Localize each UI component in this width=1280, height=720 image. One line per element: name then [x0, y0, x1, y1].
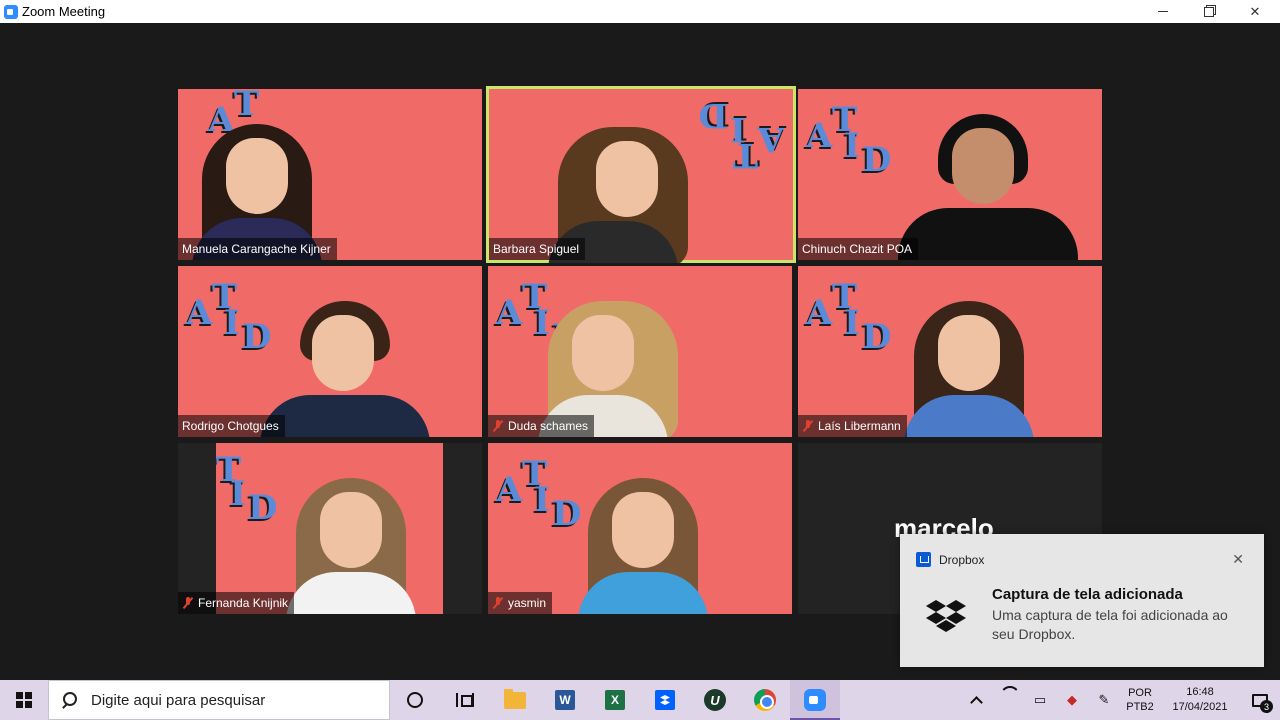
participant-name-tag: Fernanda Knijnik: [178, 592, 295, 614]
zoom-app-icon: [4, 4, 18, 19]
device-icon: ▭: [1033, 692, 1047, 707]
notification-close-icon[interactable]: ✕: [1232, 551, 1244, 568]
word-button[interactable]: W: [540, 680, 590, 720]
file-explorer-button[interactable]: [490, 680, 540, 720]
participant-name-tag: Barbara Spiguel: [489, 238, 586, 260]
notification-count: 3: [1260, 700, 1273, 713]
participant-name: Fernanda Knijnik: [198, 596, 289, 610]
video-tile[interactable]: A T I D Rodrigo Chotgues: [178, 266, 482, 437]
system-tray: ▭ ◆ ✎ POR PTB2 16:48 17/04/2021 3: [960, 680, 1280, 720]
participant-name: Barbara Spiguel: [493, 242, 580, 256]
dropbox-tray-icon: ◆: [1067, 692, 1077, 707]
clock[interactable]: 16:48 17/04/2021: [1160, 685, 1240, 715]
video-tile[interactable]: A T I D Duda schames: [488, 266, 792, 437]
participant-name: Duda schames: [508, 419, 589, 433]
atid-logo: A T I D: [806, 100, 892, 180]
dropbox-app-icon: [916, 552, 931, 567]
wifi-icon: [1000, 694, 1016, 706]
window-title: Zoom Meeting: [22, 4, 106, 19]
participant-name-tag: Duda schames: [488, 415, 595, 437]
upwork-button[interactable]: U: [690, 680, 740, 720]
video-tile[interactable]: A T I D Laís Libermann: [798, 266, 1102, 437]
search-icon: [61, 692, 77, 708]
window-titlebar: Zoom Meeting: [0, 0, 1280, 23]
upwork-icon: U: [704, 689, 726, 711]
device-button[interactable]: ▭: [1024, 680, 1056, 720]
dropbox-button[interactable]: [640, 680, 690, 720]
minimize-button[interactable]: [1140, 0, 1186, 23]
participant-name: Chinuch Chazit POA: [802, 242, 913, 256]
participant-name: Laís Libermann: [818, 419, 901, 433]
task-view-button[interactable]: [440, 680, 490, 720]
clock-date: 17/04/2021: [1172, 701, 1228, 713]
participant-name-tag: yasmin: [488, 592, 553, 614]
windows-logo-icon: [16, 692, 32, 708]
muted-microphone-icon: [802, 420, 814, 432]
chevron-up-icon[interactable]: [960, 680, 992, 720]
notification-header: Dropbox: [916, 552, 984, 567]
excel-button[interactable]: X: [590, 680, 640, 720]
language-code: POR: [1128, 687, 1152, 699]
pen-icon: ✎: [1098, 692, 1110, 707]
muted-microphone-icon: [182, 597, 194, 609]
video-tile[interactable]: A T I D yasmin: [488, 443, 792, 614]
video-tile[interactable]: A T Manuela Carangache Kijner: [178, 89, 482, 260]
participant-name-tag: Laís Libermann: [798, 415, 907, 437]
video-tile[interactable]: A T I D Chinuch Chazit POA: [798, 89, 1102, 260]
chrome-button[interactable]: [740, 680, 790, 720]
dropbox-logo-icon: [926, 600, 966, 632]
participant-video: [894, 287, 1064, 437]
clock-time: 16:48: [1186, 686, 1214, 698]
word-icon: W: [555, 690, 575, 710]
video-tile-active-speaker[interactable]: A T I D Barbara Spiguel: [486, 86, 796, 263]
search-placeholder: Digite aqui para pesquisar: [91, 691, 266, 709]
participant-video: T I D: [216, 443, 443, 614]
language-indicator[interactable]: POR PTB2: [1120, 686, 1160, 714]
participant-name: Manuela Carangache Kijner: [182, 242, 331, 256]
participant-name-tag: Rodrigo Chotgues: [178, 415, 285, 437]
notification-body: Uma captura de tela foi adicionada ao se…: [992, 607, 1228, 642]
participant-video: [898, 100, 1078, 260]
start-button[interactable]: [0, 680, 48, 720]
dropbox-icon: [655, 690, 675, 710]
muted-microphone-icon: [492, 420, 504, 432]
video-tile[interactable]: T I D Fernanda Knijnik: [178, 443, 482, 614]
chrome-icon: [754, 689, 776, 711]
file-explorer-icon: [504, 688, 526, 709]
participant-name: yasmin: [508, 596, 547, 610]
pen-button[interactable]: ✎: [1088, 680, 1120, 720]
close-button[interactable]: [1232, 0, 1278, 23]
dropbox-tray-button[interactable]: ◆: [1056, 680, 1088, 720]
keyboard-layout: PTB2: [1126, 701, 1154, 713]
taskbar-search[interactable]: Digite aqui para pesquisar: [48, 680, 390, 720]
cortana-button[interactable]: [390, 680, 440, 720]
action-center-button[interactable]: 3: [1240, 680, 1280, 720]
participant-video: [568, 464, 738, 614]
cortana-icon: [407, 692, 423, 708]
notification-title: Captura de tela adicionada: [992, 586, 1183, 603]
zoom-icon: [804, 689, 826, 711]
zoom-button[interactable]: [790, 680, 840, 720]
windows-taskbar: Digite aqui para pesquisar W X U ▭ ◆ ✎ P…: [0, 680, 1280, 720]
excel-icon: X: [605, 690, 625, 710]
participant-name: Rodrigo Chotgues: [182, 419, 279, 433]
restore-button[interactable]: [1186, 0, 1232, 23]
notification-app-name: Dropbox: [939, 552, 985, 567]
participant-name-tag: Manuela Carangache Kijner: [178, 238, 337, 260]
muted-microphone-icon: [492, 597, 504, 609]
participant-name-tag: Chinuch Chazit POA: [798, 238, 919, 260]
task-view-icon: [456, 693, 474, 707]
dropbox-notification[interactable]: Dropbox ✕ Captura de tela adicionada Uma…: [900, 534, 1264, 667]
atid-logo: A T I D: [806, 277, 892, 357]
network-button[interactable]: [992, 680, 1024, 720]
